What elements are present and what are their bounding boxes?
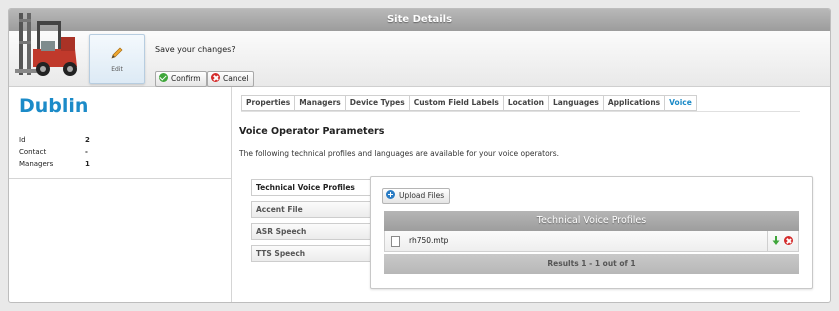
tab-underline: [241, 111, 800, 112]
cancel-button[interactable]: Cancel: [207, 71, 255, 87]
subtab-accent-file[interactable]: Accent File: [251, 201, 375, 218]
upload-label: Upload Files: [399, 191, 445, 200]
confirm-label: Confirm: [171, 74, 201, 83]
info-row-id: Id 2: [19, 134, 90, 146]
plus-icon: [386, 190, 395, 199]
edit-label: Edit: [111, 66, 123, 73]
confirm-button[interactable]: Confirm: [155, 71, 207, 87]
delete-icon[interactable]: [784, 236, 793, 245]
divider: [9, 178, 231, 179]
tab-languages[interactable]: Languages: [547, 95, 604, 111]
subtab-asr-speech[interactable]: ASR Speech: [251, 223, 375, 240]
tab-custom-field-labels[interactable]: Custom Field Labels: [408, 95, 504, 111]
voice-subtabs: Technical Voice Profiles Accent File ASR…: [251, 179, 375, 267]
cancel-label: Cancel: [223, 74, 249, 83]
info-label: Contact: [19, 148, 47, 156]
info-label: Managers: [19, 160, 54, 168]
toolbar: Edit Save your changes? Confirm Cancel: [9, 13, 830, 87]
site-details-window: Site Details Edit Save your changes? Con…: [8, 8, 831, 303]
grid-footer: Results 1 - 1 out of 1: [384, 254, 799, 274]
file-icon: [391, 236, 400, 247]
info-value: -: [85, 148, 88, 156]
tab-device-types[interactable]: Device Types: [344, 95, 410, 111]
grid-title: Technical Voice Profiles: [384, 211, 799, 231]
info-row-contact: Contact -: [19, 146, 90, 158]
tab-properties[interactable]: Properties: [241, 95, 296, 111]
edit-button[interactable]: Edit: [89, 34, 145, 84]
site-name: Dublin: [19, 95, 89, 117]
window-title: Site Details: [9, 9, 830, 32]
tab-managers[interactable]: Managers: [294, 95, 346, 111]
download-icon[interactable]: [772, 236, 780, 246]
subtab-technical-voice-profiles[interactable]: Technical Voice Profiles: [251, 179, 375, 196]
checkmark-icon: [159, 73, 168, 82]
pencil-icon: [111, 47, 123, 59]
file-name: rh750.mtp: [409, 236, 449, 245]
upload-files-button[interactable]: Upload Files: [382, 188, 451, 204]
detail-tabs: Properties Managers Device Types Custom …: [241, 95, 697, 111]
save-prompt: Save your changes?: [155, 45, 236, 54]
section-title: Voice Operator Parameters: [239, 126, 385, 137]
info-label: Id: [19, 136, 26, 144]
site-info: Id 2 Contact - Managers 1: [19, 134, 90, 170]
subtab-tts-speech[interactable]: TTS Speech: [251, 245, 375, 262]
section-description: The following technical profiles and lan…: [239, 149, 560, 158]
voice-profiles-panel: Upload Files Technical Voice Profiles rh…: [370, 176, 813, 289]
tab-voice[interactable]: Voice: [664, 95, 697, 111]
info-value: 1: [85, 160, 90, 168]
table-row[interactable]: rh750.mtp: [384, 231, 799, 252]
info-row-managers: Managers 1: [19, 158, 90, 170]
cancel-icon: [211, 73, 220, 82]
site-summary-panel: Dublin Id 2 Contact - Managers 1: [9, 87, 232, 302]
info-value: 2: [85, 136, 90, 144]
tab-location[interactable]: Location: [502, 95, 549, 111]
divider: [767, 231, 768, 251]
profiles-grid: Technical Voice Profiles rh750.mtp Resul…: [384, 211, 799, 274]
tab-applications[interactable]: Applications: [602, 95, 666, 111]
forklift-icon: [15, 13, 77, 76]
